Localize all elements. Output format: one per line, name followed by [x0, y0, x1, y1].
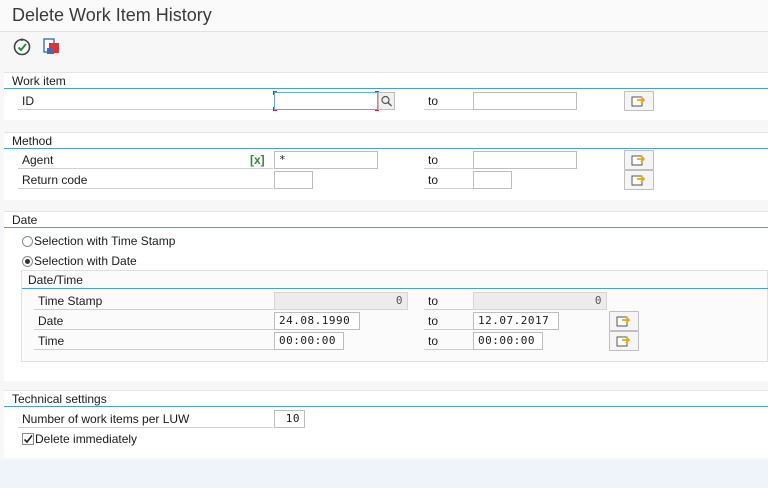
checkmark-icon	[23, 435, 33, 444]
work-item-title: Work item	[12, 74, 66, 88]
id-from-input[interactable]	[274, 92, 378, 110]
return-code-from-input[interactable]	[274, 171, 313, 189]
exclusion-icon: [x]	[250, 153, 265, 167]
page-title: Delete Work Item History	[12, 5, 212, 25]
section-divider	[4, 148, 768, 149]
technical-settings-group: Technical settings Number of work items …	[4, 390, 768, 458]
execute-icon	[13, 38, 31, 56]
id-to-input[interactable]	[473, 92, 577, 110]
label-underline	[424, 309, 474, 310]
date-label: Date	[38, 314, 64, 328]
to-label: to	[428, 153, 439, 167]
time-multiple-selection-button[interactable]	[609, 331, 639, 351]
multiple-selection-icon	[631, 175, 646, 186]
to-label: to	[428, 294, 439, 308]
per-luw-label: Number of work items per LUW	[22, 412, 190, 426]
title-bar: Delete Work Item History	[0, 0, 768, 32]
multiple-selection-icon	[616, 336, 631, 347]
time-stamp-to-input[interactable]: 0	[473, 292, 607, 310]
label-underline	[424, 349, 474, 350]
label-underline	[18, 109, 273, 110]
technical-settings-title: Technical settings	[12, 392, 107, 406]
per-luw-input[interactable]: 10	[274, 410, 305, 428]
label-underline	[34, 329, 274, 330]
radio-time-stamp-label: Selection with Time Stamp	[34, 234, 176, 248]
date-time-title: Date/Time	[28, 273, 83, 287]
return-code-label: Return code	[22, 173, 88, 187]
method-title: Method	[12, 134, 53, 148]
delete-immediately-checkbox[interactable]	[22, 433, 34, 445]
method-group: Method Agent [x] * to Return code to	[4, 132, 768, 200]
time-label: Time	[38, 334, 65, 348]
label-underline	[34, 309, 274, 310]
toolbar	[0, 32, 768, 62]
time-from-input[interactable]: 00:00:00	[274, 332, 344, 350]
label-underline	[34, 349, 274, 350]
work-item-group: Work item ID to	[4, 72, 768, 120]
to-label: to	[428, 314, 439, 328]
date-from-input[interactable]: 24.08.1990	[274, 312, 360, 330]
radio-date-label: Selection with Date	[34, 254, 137, 268]
multiple-selection-icon	[616, 316, 631, 327]
focus-corner	[273, 107, 277, 111]
id-multiple-selection-button[interactable]	[624, 91, 654, 111]
multiple-selection-icon	[631, 96, 646, 107]
label-underline	[18, 188, 273, 189]
id-label: ID	[22, 94, 34, 108]
id-value-help-button[interactable]	[378, 92, 395, 110]
to-label: to	[428, 334, 439, 348]
label-underline	[18, 427, 273, 428]
agent-label: Agent	[22, 153, 54, 167]
value-help-icon	[381, 95, 392, 107]
multiple-selection-icon	[631, 155, 646, 166]
time-stamp-from-input[interactable]: 0	[274, 292, 408, 310]
section-divider	[4, 406, 768, 407]
agent-from-input[interactable]: *	[274, 151, 378, 169]
section-divider	[4, 88, 768, 89]
label-underline	[424, 168, 474, 169]
focus-corner	[273, 91, 277, 95]
return-code-to-input[interactable]	[473, 171, 512, 189]
date-group: Date Selection with Time Stamp Selection…	[4, 211, 768, 381]
get-variant-button[interactable]	[41, 36, 63, 58]
get-variant-icon	[43, 38, 59, 54]
section-divider	[4, 227, 768, 228]
to-label: to	[428, 94, 439, 108]
date-time-subgroup: Date/Time Time Stamp 0 to 0 Date 24.08.1…	[21, 270, 768, 362]
time-stamp-label: Time Stamp	[38, 294, 103, 308]
label-underline	[424, 188, 474, 189]
footer-area	[0, 460, 768, 488]
agent-multiple-selection-button[interactable]	[624, 150, 654, 170]
to-label: to	[428, 173, 439, 187]
delete-immediately-label: Delete immediately	[35, 432, 138, 446]
section-divider	[22, 288, 768, 289]
radio-date[interactable]	[22, 256, 33, 267]
radio-time-stamp[interactable]	[22, 236, 33, 247]
execute-button[interactable]	[11, 36, 33, 58]
agent-to-input[interactable]	[473, 151, 577, 169]
label-underline	[424, 329, 474, 330]
date-multiple-selection-button[interactable]	[609, 311, 639, 331]
label-underline	[18, 168, 273, 169]
return-code-multiple-selection-button[interactable]	[624, 170, 654, 190]
date-to-input[interactable]: 12.07.2017	[473, 312, 559, 330]
time-to-input[interactable]: 00:00:00	[473, 332, 543, 350]
date-title: Date	[12, 213, 38, 227]
label-underline	[424, 109, 474, 110]
